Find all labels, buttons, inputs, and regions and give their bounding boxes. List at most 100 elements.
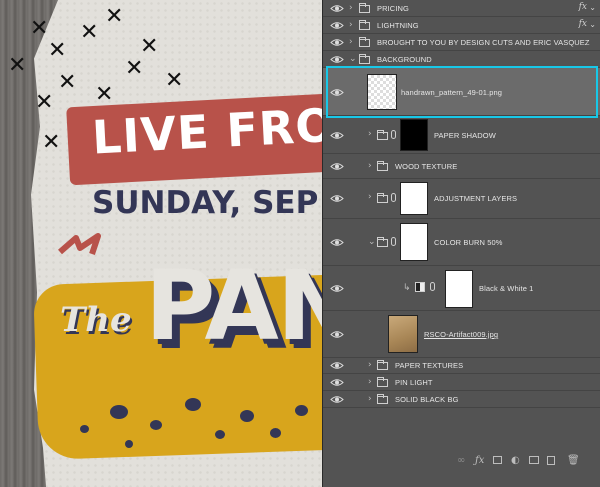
- pattern-dot: [110, 405, 128, 419]
- chevron-right-icon[interactable]: ›: [349, 3, 353, 13]
- pattern-dot: [215, 430, 225, 439]
- eye-icon[interactable]: [330, 162, 344, 171]
- chevron-right-icon[interactable]: ›: [368, 394, 372, 404]
- pattern-dot: [150, 420, 162, 430]
- poster-date-line: SUNDAY, SEP: [92, 185, 319, 221]
- layer-name: PAPER TEXTURES: [395, 361, 464, 370]
- chevron-right-icon[interactable]: ›: [349, 37, 353, 47]
- adjustment-layer-icon[interactable]: ◐: [511, 456, 520, 466]
- new-layer-icon[interactable]: [547, 456, 555, 465]
- folder-icon: [377, 161, 388, 171]
- poster-title-prefix: The: [60, 300, 132, 340]
- link-layers-icon[interactable]: ∞: [457, 456, 465, 466]
- eye-icon[interactable]: [330, 330, 344, 339]
- layer-row-paper-shadow[interactable]: › PAPER SHADOW: [323, 116, 600, 154]
- eye-icon[interactable]: [330, 378, 344, 387]
- chevron-down-icon[interactable]: ⌄: [589, 20, 596, 29]
- cross-mark: ✕: [58, 70, 77, 95]
- cross-mark: ✕: [8, 53, 27, 78]
- chevron-down-icon[interactable]: ⌄: [349, 54, 357, 64]
- eye-icon[interactable]: [330, 361, 344, 370]
- eye-icon[interactable]: [330, 4, 344, 13]
- fx-icon[interactable]: fx: [579, 2, 587, 12]
- layer-mask-thumbnail: [400, 223, 428, 261]
- trash-icon[interactable]: 🗑: [567, 456, 580, 466]
- layer-row-pin-light[interactable]: › PIN LIGHT: [323, 374, 600, 391]
- add-mask-icon[interactable]: [493, 456, 502, 464]
- pattern-dot: [240, 410, 254, 422]
- pattern-dot: [185, 398, 201, 411]
- cross-mark: ✕: [140, 34, 159, 59]
- layer-row-adjustment-layers[interactable]: › ADJUSTMENT LAYERS: [323, 179, 600, 219]
- chevron-down-icon[interactable]: ⌄: [368, 237, 376, 247]
- eye-icon[interactable]: [330, 38, 344, 47]
- layer-mask-thumbnail: [400, 182, 428, 215]
- new-group-icon[interactable]: [529, 456, 539, 464]
- folder-open-icon: [359, 54, 370, 64]
- chevron-right-icon[interactable]: ›: [368, 377, 372, 387]
- chevron-right-icon[interactable]: ›: [368, 129, 372, 139]
- layer-row-rsco-artifact[interactable]: RSCO-Artifact009.jpg: [323, 311, 600, 358]
- layer-name: COLOR BURN 50%: [434, 238, 503, 247]
- layer-row-wood-texture[interactable]: › WOOD TEXTURE: [323, 154, 600, 179]
- poster-title: PAN: [145, 250, 322, 362]
- eye-icon[interactable]: [330, 284, 344, 293]
- link-icon: [391, 130, 396, 139]
- pattern-dot: [80, 425, 89, 433]
- layer-name: BACKGROUND: [377, 55, 432, 64]
- eye-icon[interactable]: [330, 238, 344, 247]
- folder-icon: [359, 37, 370, 47]
- adjustment-black-white-icon: [415, 282, 425, 292]
- layer-row-credits[interactable]: › BROUGHT TO YOU BY DESIGN CUTS AND ERIC…: [323, 34, 600, 51]
- layer-name: WOOD TEXTURE: [395, 162, 458, 171]
- eye-icon[interactable]: [330, 21, 344, 30]
- cross-mark: ✕: [30, 16, 49, 41]
- layer-mask-thumbnail: [400, 119, 428, 151]
- cross-mark: ✕: [165, 68, 184, 93]
- layer-row-lightning[interactable]: › LIGHTNING fx ⌄: [323, 17, 600, 34]
- cross-mark: ✕: [105, 4, 124, 29]
- chevron-right-icon[interactable]: ›: [368, 161, 372, 171]
- cross-mark: ✕: [48, 38, 67, 63]
- layer-row-solid-black-bg[interactable]: › SOLID BLACK BG: [323, 391, 600, 408]
- pattern-dot: [125, 440, 133, 448]
- layer-row-paper-textures[interactable]: › PAPER TEXTURES: [323, 358, 600, 374]
- folder-icon: [359, 3, 370, 13]
- add-style-icon[interactable]: ƒx: [475, 456, 484, 466]
- layer-name: ADJUSTMENT LAYERS: [434, 194, 518, 203]
- chevron-right-icon[interactable]: ›: [349, 20, 353, 30]
- eye-icon[interactable]: [330, 194, 344, 203]
- layer-name: Black & White 1: [479, 284, 534, 293]
- chevron-right-icon[interactable]: ›: [368, 360, 372, 370]
- folder-icon: [359, 20, 370, 30]
- folder-icon: [377, 360, 388, 370]
- chevron-down-icon[interactable]: ⌄: [589, 3, 596, 12]
- cross-mark: ✕: [42, 130, 61, 155]
- layer-row-pricing[interactable]: › PRICING fx ⌄: [323, 0, 600, 17]
- layer-row-black-white[interactable]: ↳ Black & White 1: [323, 266, 600, 311]
- eye-icon[interactable]: [330, 395, 344, 404]
- folder-icon: [377, 193, 388, 203]
- layer-name: SOLID BLACK BG: [395, 395, 459, 404]
- layer-mask-thumbnail: [445, 270, 473, 308]
- folder-icon: [377, 377, 388, 387]
- document-canvas[interactable]: ✕ ✕ ✕ ✕ ✕ ✕ ✕ ✕ ✕ ✕ ✕ ✕ ✕ ✕ LIVE FROM SU…: [0, 0, 322, 487]
- link-icon: [430, 282, 435, 291]
- layer-thumbnail: [388, 315, 418, 353]
- folder-icon: [377, 394, 388, 404]
- eye-icon[interactable]: [330, 55, 344, 64]
- layer-name: BROUGHT TO YOU BY DESIGN CUTS AND ERIC V…: [377, 38, 590, 47]
- folder-open-icon: [377, 237, 388, 247]
- eye-icon[interactable]: [330, 131, 344, 140]
- folder-icon: [377, 130, 388, 140]
- layer-name: PRICING: [377, 4, 409, 13]
- link-icon: [391, 193, 396, 202]
- chevron-right-icon[interactable]: ›: [368, 192, 372, 202]
- selection-highlight: [326, 66, 598, 118]
- layer-name: RSCO-Artifact009.jpg: [424, 330, 499, 339]
- fx-icon[interactable]: fx: [579, 19, 587, 29]
- clipping-arrow-icon: ↳: [403, 283, 411, 293]
- cross-mark: ✕: [125, 56, 144, 81]
- cross-mark: ✕: [35, 90, 54, 115]
- layer-row-color-burn[interactable]: ⌄ COLOR BURN 50%: [323, 219, 600, 266]
